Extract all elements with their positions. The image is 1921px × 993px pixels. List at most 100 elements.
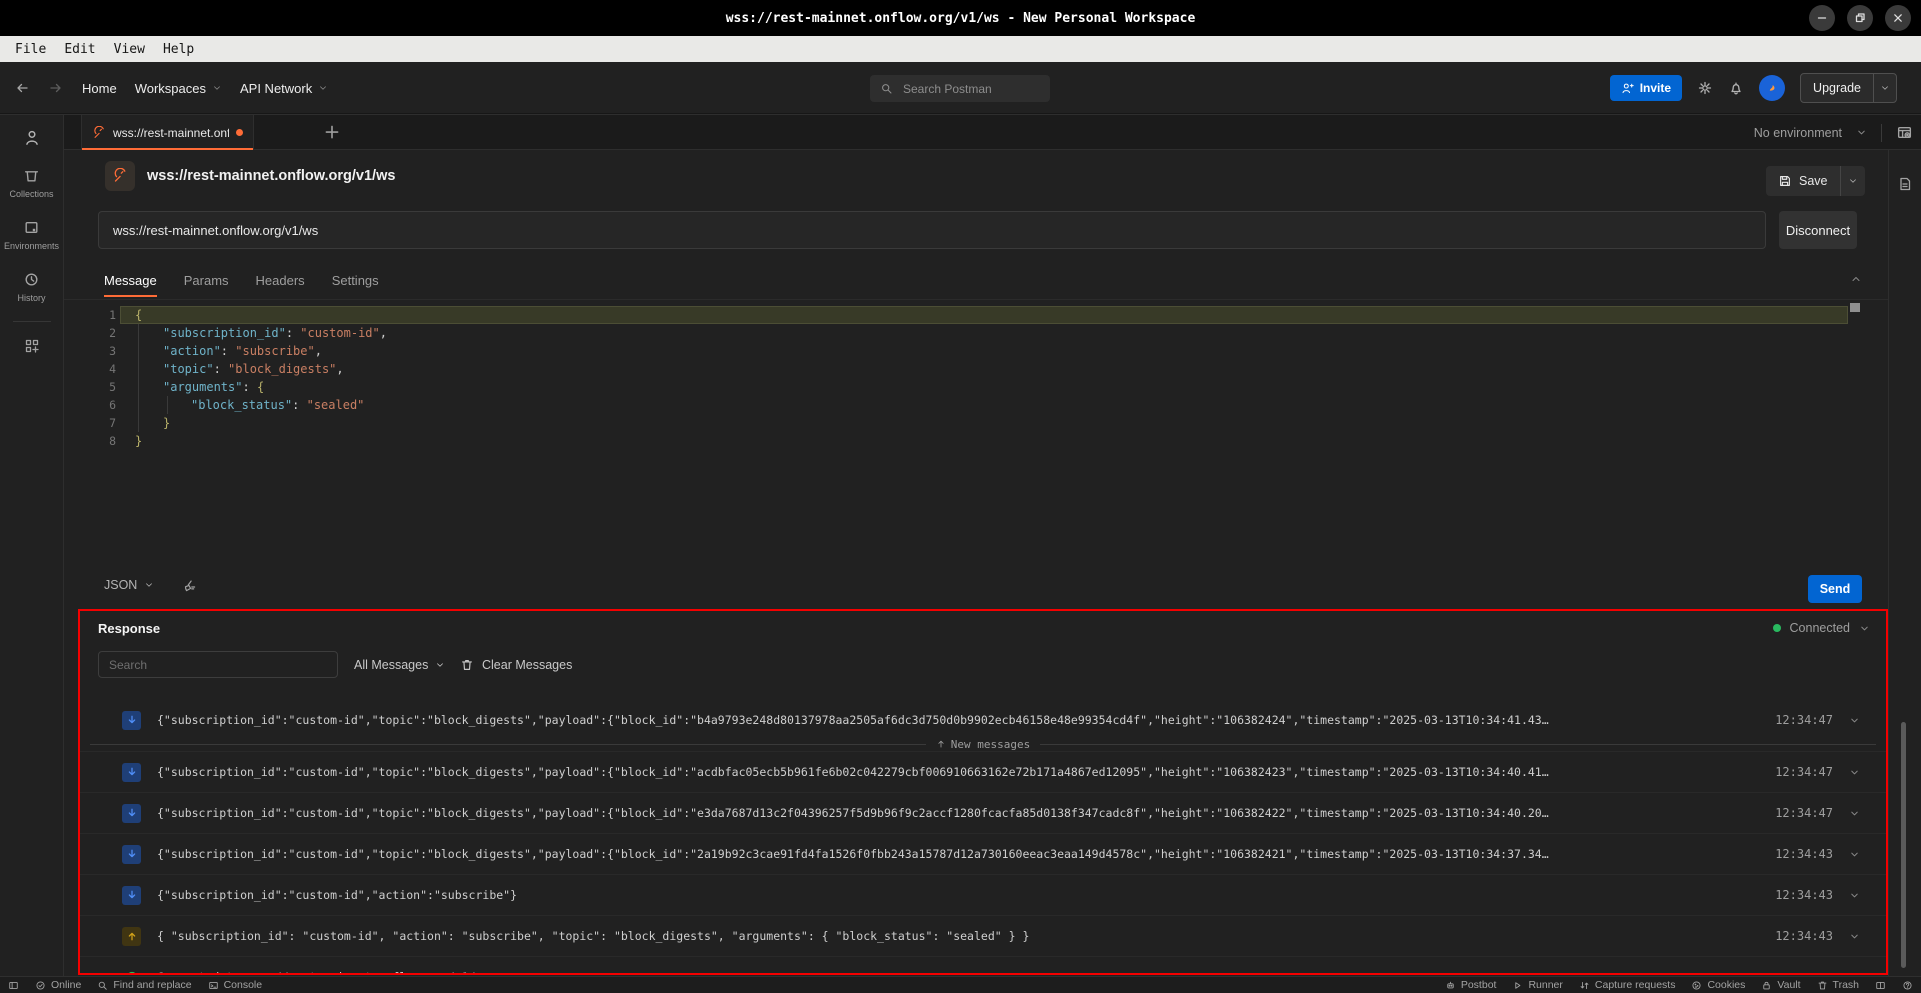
- vault-button[interactable]: Vault: [1761, 979, 1800, 991]
- restore-button[interactable]: [1847, 5, 1873, 31]
- unsaved-dot: [236, 129, 243, 136]
- status-badge: Connected: [1790, 621, 1850, 635]
- chevron-down-icon[interactable]: [1849, 849, 1860, 860]
- invite-button[interactable]: Invite: [1610, 75, 1682, 101]
- chevron-down-icon[interactable]: [1856, 127, 1867, 138]
- message-format-select[interactable]: JSON: [104, 578, 154, 592]
- bell-icon[interactable]: [1728, 80, 1744, 96]
- editor-line: 6 "block_status": "sealed": [64, 396, 1888, 414]
- chevron-down-icon[interactable]: [1849, 808, 1860, 819]
- status-bar-right: Postbot Runner Capture requests Cookies …: [1429, 979, 1913, 991]
- response-scrollbar[interactable]: [1901, 722, 1906, 968]
- environments-icon: [23, 219, 40, 236]
- message-row[interactable]: { "subscription_id": "custom-id", "actio…: [80, 915, 1886, 956]
- minimize-button[interactable]: [1809, 5, 1835, 31]
- sidebar-item-environments[interactable]: Environments: [0, 219, 63, 251]
- tab-headers[interactable]: Headers: [256, 262, 305, 299]
- message-filter-select[interactable]: All Messages: [354, 651, 445, 678]
- window-title: wss://rest-mainnet.onflow.org/v1/ws - Ne…: [0, 0, 1921, 36]
- runner-button[interactable]: Runner: [1512, 979, 1562, 991]
- websocket-icon: [105, 161, 135, 191]
- help-icon[interactable]: [1902, 980, 1913, 991]
- message-row[interactable]: {"subscription_id":"custom-id","topic":"…: [80, 792, 1886, 833]
- trash-icon: [1817, 980, 1828, 991]
- received-arrow-icon: [122, 804, 141, 823]
- toggle-sidebar-icon[interactable]: [8, 980, 19, 991]
- save-options-chevron[interactable]: [1840, 166, 1865, 196]
- nav-api-network[interactable]: API Network: [240, 81, 328, 96]
- beautify-icon[interactable]: [181, 579, 196, 594]
- arrow-up-icon: [936, 739, 946, 749]
- editor-line: 8 }: [64, 432, 1888, 450]
- search-input[interactable]: [901, 81, 1025, 97]
- console-button[interactable]: Console: [208, 979, 263, 991]
- trash-button[interactable]: Trash: [1817, 979, 1859, 991]
- response-search-input[interactable]: [98, 651, 338, 678]
- tab-params[interactable]: Params: [184, 262, 229, 299]
- menu-view[interactable]: View: [105, 36, 154, 62]
- tab-settings[interactable]: Settings: [332, 262, 379, 299]
- chevron-down-icon[interactable]: [1873, 74, 1896, 102]
- nav-workspaces[interactable]: Workspaces: [135, 81, 222, 96]
- received-arrow-icon: [122, 711, 141, 730]
- cookies-button[interactable]: Cookies: [1691, 979, 1745, 991]
- disconnect-button[interactable]: Disconnect: [1779, 211, 1857, 249]
- message-row[interactable]: {"subscription_id":"custom-id","action":…: [80, 874, 1886, 915]
- tab-message[interactable]: Message: [104, 262, 157, 299]
- menu-edit[interactable]: Edit: [55, 36, 104, 62]
- capture-arrows-icon: [1579, 980, 1590, 991]
- menubar: File Edit View Help: [0, 36, 1921, 62]
- message-editor[interactable]: 1 { 2 "subscription_id": "custom-id", 3 …: [64, 300, 1888, 572]
- send-button[interactable]: Send: [1808, 575, 1862, 603]
- left-sidebar: Collections Environments History: [0, 114, 64, 976]
- close-button[interactable]: [1885, 5, 1911, 31]
- user-icon[interactable]: [23, 129, 41, 147]
- online-status[interactable]: Online: [35, 979, 81, 991]
- menu-help[interactable]: Help: [154, 36, 203, 62]
- back-arrow-icon[interactable]: [14, 80, 30, 96]
- received-arrow-icon: [122, 845, 141, 864]
- documentation-icon[interactable]: [1897, 176, 1913, 192]
- capture-requests-button[interactable]: Capture requests: [1579, 979, 1676, 991]
- chevron-down-icon[interactable]: [1849, 931, 1860, 942]
- editor-line: 1 {: [64, 306, 1888, 324]
- received-arrow-icon: [122, 886, 141, 905]
- collapse-section-icon[interactable]: [1850, 273, 1862, 285]
- avatar[interactable]: [1759, 75, 1785, 101]
- editor-line: 4 "topic": "block_digests",: [64, 360, 1888, 378]
- message-row[interactable]: {"subscription_id":"custom-id","topic":"…: [80, 703, 1886, 737]
- chevron-down-icon[interactable]: [1849, 767, 1860, 778]
- environment-label[interactable]: No environment: [1754, 126, 1842, 140]
- url-input[interactable]: [98, 211, 1766, 249]
- nav-home[interactable]: Home: [82, 81, 117, 96]
- menu-file[interactable]: File: [6, 36, 55, 62]
- trash-icon: [460, 658, 474, 672]
- sidebar-item-collections[interactable]: Collections: [0, 167, 63, 199]
- chevron-down-icon[interactable]: [1849, 715, 1860, 726]
- message-row[interactable]: Connected to wss://rest-mainnet.onflow.o…: [80, 956, 1886, 973]
- message-row[interactable]: {"subscription_id":"custom-id","topic":"…: [80, 751, 1886, 792]
- forward-arrow-icon[interactable]: [48, 80, 64, 96]
- chevron-down-icon: [212, 83, 222, 93]
- global-search[interactable]: [870, 75, 1050, 102]
- message-row[interactable]: {"subscription_id":"custom-id","topic":"…: [80, 833, 1886, 874]
- chevron-down-icon[interactable]: [1849, 972, 1860, 974]
- gear-icon[interactable]: [1697, 80, 1713, 96]
- add-tab-button[interactable]: [322, 122, 342, 142]
- configure-sidebar-icon[interactable]: [0, 338, 63, 354]
- sidebar-item-history[interactable]: History: [0, 271, 63, 303]
- save-button[interactable]: Save: [1766, 166, 1865, 196]
- chevron-down-icon[interactable]: [1859, 623, 1870, 634]
- upgrade-button[interactable]: Upgrade: [1800, 73, 1897, 103]
- new-messages-divider[interactable]: New messages: [80, 737, 1886, 751]
- two-pane-view-icon[interactable]: [1875, 980, 1886, 991]
- response-section: Response Connected All Messages Clear Me…: [78, 609, 1888, 975]
- request-tab[interactable]: wss://rest-mainnet.onflow.org/v1/ws: [81, 115, 254, 150]
- environment-quicklook-icon[interactable]: [1896, 124, 1913, 141]
- find-and-replace[interactable]: Find and replace: [97, 979, 191, 991]
- chevron-down-icon[interactable]: [1849, 890, 1860, 901]
- clear-messages-button[interactable]: Clear Messages: [460, 651, 572, 678]
- navbar: Home Workspaces API Network Invite Upgra…: [0, 62, 1921, 114]
- connection-status[interactable]: Connected: [1773, 621, 1870, 635]
- postbot-button[interactable]: Postbot: [1445, 979, 1497, 991]
